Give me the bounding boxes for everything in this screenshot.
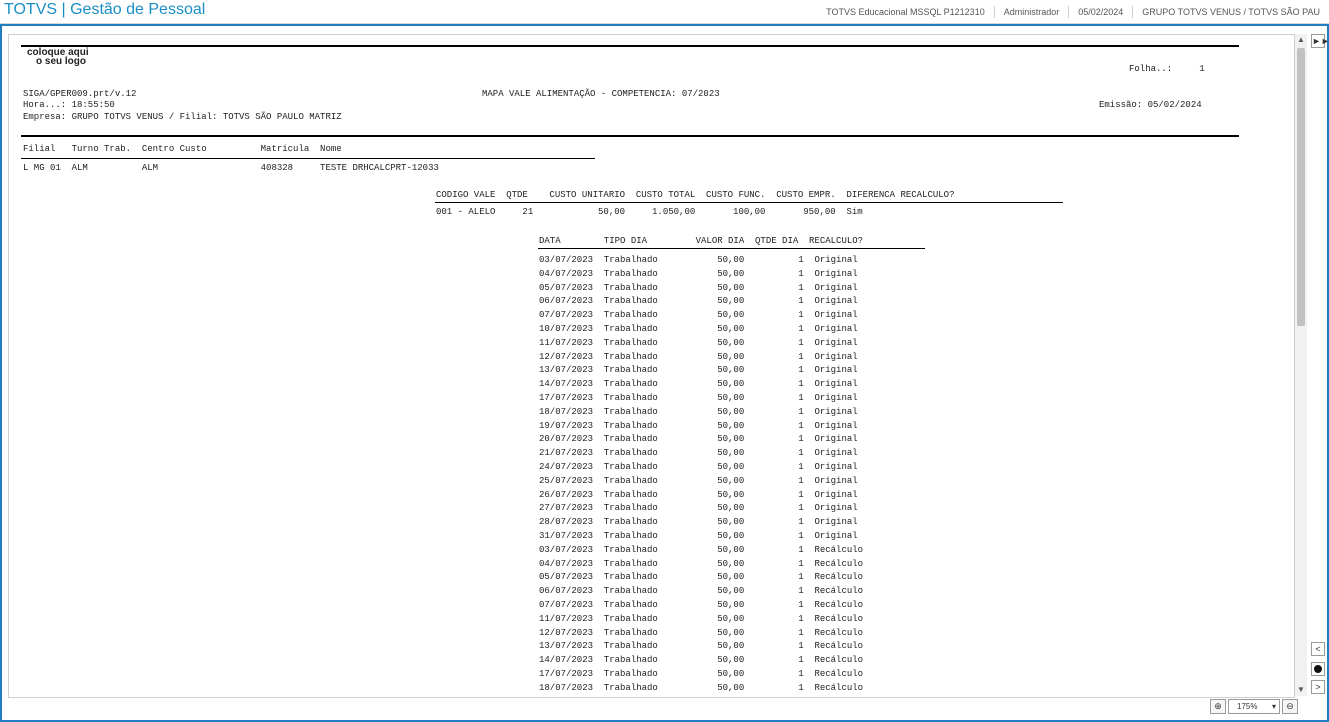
page-number: Folha..: 1 <box>1129 64 1205 74</box>
days-header-rule <box>538 248 925 249</box>
day-row: 31/07/2023 Trabalhado 50,00 1 Original <box>539 531 858 541</box>
environment-label: TOTVS Educacional MSSQL P1212310 <box>826 7 985 17</box>
day-row: 06/07/2023 Trabalhado 50,00 1 Recálculo <box>539 586 864 597</box>
company-branch: Empresa: GRUPO TOTVS VENUS / Filial: TOT… <box>23 112 342 122</box>
day-row: 04/07/2023 Trabalhado 50,00 1 Original <box>539 268 858 279</box>
day-row: 20/07/2023 Trabalhado 50,00 1 Original <box>539 434 858 445</box>
employee-row: L MG 01 ALM ALM 408328 TESTE DRHCALCPRT-… <box>23 163 439 173</box>
top-rule <box>21 45 1239 47</box>
day-row: 14/07/2023 Trabalhado 50,00 1 Recálculo <box>539 655 864 666</box>
zoom-select[interactable]: 175% ▾ <box>1228 698 1280 714</box>
report-time: Hora...: 18:55:50 <box>23 100 115 110</box>
zoom-out-icon[interactable]: ⊖ <box>1282 698 1298 714</box>
day-row: 06/07/2023 Trabalhado 50,00 1 Original <box>539 296 858 307</box>
center-dot-icon[interactable] <box>1311 662 1325 676</box>
day-row: 26/07/2023 Trabalhado 50,00 1 Original <box>539 489 858 500</box>
header-rule <box>21 135 1239 137</box>
employee-header: Filial Turno Trab. Centro Custo Matricul… <box>23 144 342 154</box>
day-row: 07/07/2023 Trabalhado 50,00 1 Recálculo <box>539 600 864 610</box>
day-row: 13/07/2023 Trabalhado 50,00 1 Original <box>539 365 858 376</box>
logo-line2: o seu logo <box>36 56 86 67</box>
fast-forward-icon[interactable]: ►► <box>1311 34 1329 48</box>
day-row: 03/07/2023 Trabalhado 50,00 1 Original <box>539 255 858 265</box>
day-row: 07/07/2023 Trabalhado 50,00 1 Original <box>539 310 858 321</box>
day-row: 12/07/2023 Trabalhado 50,00 1 Original <box>539 351 858 362</box>
day-row: 11/07/2023 Trabalhado 50,00 1 Recálculo <box>539 613 864 624</box>
day-row: 04/07/2023 Trabalhado 50,00 1 Recálculo <box>539 558 864 569</box>
vertical-scrollbar[interactable]: ▲ ▼ <box>1295 34 1307 696</box>
scroll-down-arrow-icon[interactable]: ▼ <box>1295 684 1307 696</box>
user-label: Administrador <box>993 6 1069 18</box>
day-row: 11/07/2023 Trabalhado 50,00 1 Original <box>539 337 858 348</box>
vale-header-rule <box>435 202 1063 203</box>
program-id: SIGA/GPER009.prt/v.12 <box>23 89 137 99</box>
scroll-thumb[interactable] <box>1297 48 1305 326</box>
zoom-value: 175% <box>1237 701 1258 711</box>
chevron-left-icon[interactable]: < <box>1311 642 1325 656</box>
day-row: 12/07/2023 Trabalhado 50,00 1 Recálculo <box>539 627 864 638</box>
top-bar: TOTVS | Gestão de Pessoal TOTVS Educacio… <box>0 0 1329 24</box>
day-row: 14/07/2023 Trabalhado 50,00 1 Original <box>539 379 858 390</box>
day-row: 18/07/2023 Trabalhado 50,00 1 Recálculo <box>539 682 864 693</box>
day-row: 13/07/2023 Trabalhado 50,00 1 Recálculo <box>539 641 864 652</box>
day-row: 24/07/2023 Trabalhado 50,00 1 Original <box>539 462 858 472</box>
date-label: 05/02/2024 <box>1068 6 1132 18</box>
report-viewer[interactable]: coloque aqui o seu logo Folha..: 1 SIGA/… <box>8 34 1295 698</box>
day-row: 28/07/2023 Trabalhado 50,00 1 Original <box>539 517 858 528</box>
day-row: 19/07/2023 Trabalhado 50,00 1 Original <box>539 420 858 431</box>
zoom-in-icon[interactable]: ⊕ <box>1210 698 1226 714</box>
day-row: 27/07/2023 Trabalhado 50,00 1 Original <box>539 503 858 514</box>
session-info: TOTVS Educacional MSSQL P1212310 Adminis… <box>817 0 1329 24</box>
emission-date: Emissão: 05/02/2024 <box>1099 100 1202 110</box>
day-row: 18/07/2023 Trabalhado 50,00 1 Original <box>539 406 858 417</box>
day-row: 05/07/2023 Trabalhado 50,00 1 Original <box>539 282 858 293</box>
day-row: 17/07/2023 Trabalhado 50,00 1 Original <box>539 393 858 403</box>
day-row: 17/07/2023 Trabalhado 50,00 1 Recálculo <box>539 669 864 679</box>
vale-header: CODIGO VALE QTDE CUSTO UNITARIO CUSTO TO… <box>436 190 955 200</box>
report-frame: coloque aqui o seu logo Folha..: 1 SIGA/… <box>0 24 1329 722</box>
scroll-up-arrow-icon[interactable]: ▲ <box>1295 34 1307 46</box>
day-row: 25/07/2023 Trabalhado 50,00 1 Original <box>539 475 858 486</box>
logo: coloque aqui o seu logo <box>27 48 89 67</box>
vale-row: 001 - ALELO 21 50,00 1.050,00 100,00 950… <box>436 207 863 217</box>
day-row: 05/07/2023 Trabalhado 50,00 1 Recálculo <box>539 572 864 583</box>
day-row: 10/07/2023 Trabalhado 50,00 1 Original <box>539 324 858 334</box>
app-title: TOTVS | Gestão de Pessoal <box>4 1 206 18</box>
company-label: GRUPO TOTVS VENUS / TOTVS SÃO PAU <box>1132 6 1329 18</box>
chevron-down-icon: ▾ <box>1271 701 1276 711</box>
days-header: DATA TIPO DIA VALOR DIA QTDE DIA RECALCU… <box>539 236 864 246</box>
employee-header-rule <box>21 158 595 159</box>
zoom-toolbar: ⊕ 175% ▾ ⊖ <box>1210 698 1298 714</box>
day-row: 03/07/2023 Trabalhado 50,00 1 Recálculo <box>539 544 864 555</box>
day-row: 21/07/2023 Trabalhado 50,00 1 Original <box>539 448 858 459</box>
chevron-right-icon[interactable]: > <box>1311 680 1325 694</box>
report-page: coloque aqui o seu logo Folha..: 1 SIGA/… <box>9 35 1294 697</box>
report-title: MAPA VALE ALIMENTAÇÃO - COMPETENCIA: 07/… <box>482 89 720 99</box>
